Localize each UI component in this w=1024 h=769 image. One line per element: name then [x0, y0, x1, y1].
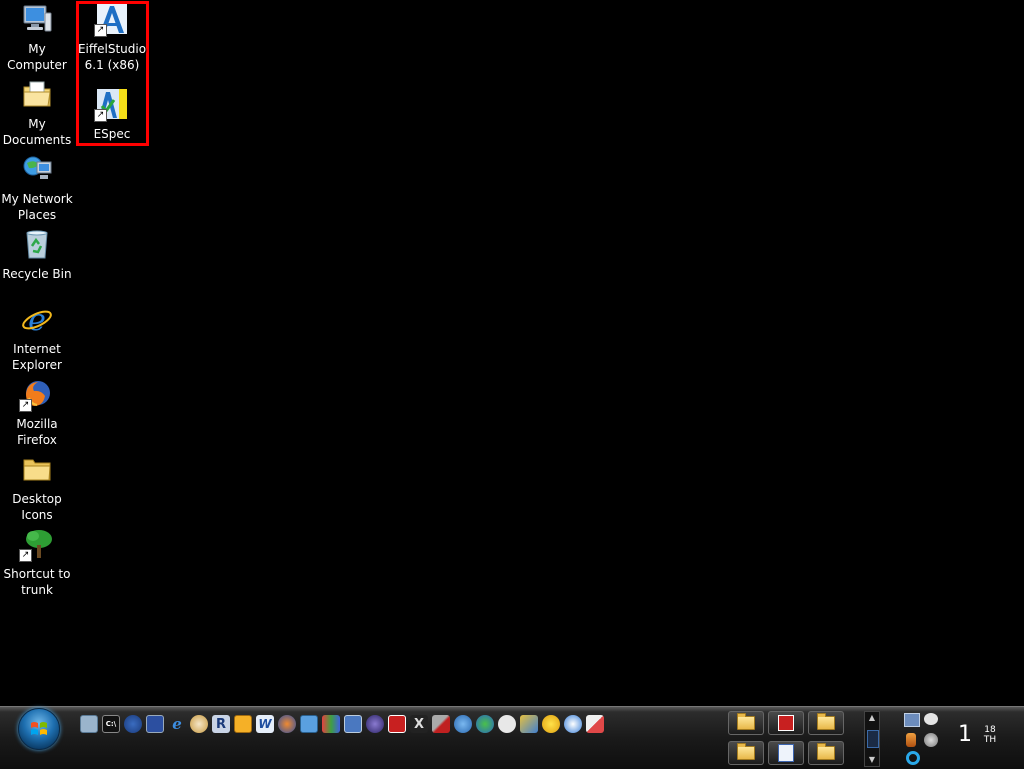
desktop-icon-espec[interactable]: ↗ ESpec [75, 88, 149, 142]
shortcut-arrow-icon: ↗ [19, 549, 32, 562]
clock-superscript: 18 TH [980, 725, 1000, 745]
desktop-icon-label: ESpec [93, 127, 131, 141]
taskbar-button-word-document[interactable] [768, 741, 804, 765]
volume-tray-icon[interactable] [924, 733, 938, 747]
desktop-icon-my-computer[interactable]: My Computer [0, 3, 74, 73]
eclipse-icon[interactable] [366, 715, 384, 733]
taskbar-buttons [728, 711, 844, 767]
clock-superscript-top: 18 [984, 725, 996, 735]
media-player-icon[interactable] [564, 715, 582, 733]
taskbar-button-folder-3[interactable] [728, 741, 764, 765]
pen-icon[interactable] [520, 715, 538, 733]
red-app-icon [778, 715, 794, 731]
start-button[interactable] [18, 708, 60, 750]
remote-desktop-icon[interactable] [146, 715, 164, 733]
notepad-icon[interactable] [80, 715, 98, 733]
computer-icon [21, 3, 53, 35]
shortcut-arrow-icon: ↗ [94, 109, 107, 122]
internet-explorer-small-icon[interactable]: e [168, 715, 186, 733]
clock[interactable]: 1 18 TH [958, 721, 1008, 751]
feather-icon[interactable] [190, 715, 208, 733]
desktop-icon-label: Recycle Bin [2, 267, 72, 281]
search-tray-icon[interactable] [906, 751, 920, 765]
word-document-icon [778, 744, 794, 762]
folder-icon [817, 743, 835, 760]
network-icon [21, 153, 53, 185]
clock-superscript-bottom: TH [983, 735, 997, 745]
folder-icon [817, 713, 835, 730]
shortcut-arrow-icon: ↗ [19, 399, 32, 412]
desktop: My Computer My Documents My Network Plac… [0, 0, 1024, 706]
x-icon[interactable]: X [410, 715, 428, 733]
desktop-icon-shortcut-to-trunk[interactable]: ↗ Shortcut to trunk [0, 528, 74, 598]
desktop-icon-label: Shortcut to trunk [3, 567, 71, 597]
scroll-up-icon[interactable]: ▲ [867, 713, 877, 723]
desktop-icon-label: Internet Explorer [12, 342, 62, 372]
desktop-icon-mozilla-firefox[interactable]: ↗ Mozilla Firefox [0, 378, 74, 448]
recycle-bin-icon [21, 228, 53, 260]
chat-bubble-icon[interactable] [498, 715, 516, 733]
desktop-icon-my-documents[interactable]: My Documents [0, 78, 74, 148]
desktop-icon-label: Desktop Icons [12, 492, 62, 522]
tree-icon: ↗ [19, 528, 53, 562]
desktop-icon-label: My Computer [7, 42, 67, 72]
desktop-icon-label: Mozilla Firefox [16, 417, 58, 447]
desktop-icon-label: My Network Places [1, 192, 73, 222]
word-icon[interactable]: W [256, 715, 274, 733]
taskbar: C:\ e R W X ▲ ▼ 1 18 TH [0, 706, 1024, 769]
clock-main: 1 [958, 722, 972, 747]
folder-icon [737, 713, 755, 730]
scroll-thumb[interactable] [867, 730, 879, 748]
windows-logo-icon [31, 722, 47, 735]
folder-icon [737, 743, 755, 760]
r-icon[interactable]: R [212, 715, 230, 733]
firefox-small-icon-2[interactable] [278, 715, 296, 733]
desktop-icon-desktop-icons[interactable]: Desktop Icons [0, 453, 74, 523]
system-tray [900, 711, 946, 767]
folder-icon [21, 453, 53, 485]
document-icon[interactable] [300, 715, 318, 733]
network-small-icon[interactable] [344, 715, 362, 733]
chat-tray-icon[interactable] [924, 713, 938, 725]
desktop-icon-internet-explorer[interactable]: e Internet Explorer [0, 303, 74, 373]
taskbar-button-folder-1[interactable] [728, 711, 764, 735]
documents-folder-icon [21, 78, 53, 110]
desktop-icon-recycle-bin[interactable]: Recycle Bin [0, 228, 74, 282]
clock-icon[interactable] [234, 715, 252, 733]
quick-launch-bar: C:\ e R W X [80, 715, 604, 733]
taskbar-button-folder-4[interactable] [808, 741, 844, 765]
taskbar-button-folder-2[interactable] [808, 711, 844, 735]
desktop-icon-eiffelstudio[interactable]: ↗ EiffelStudio 6.1 (x86) [75, 3, 149, 73]
messenger-icon[interactable] [476, 715, 494, 733]
svg-text:e: e [28, 303, 46, 335]
firefox-small-icon[interactable] [124, 715, 142, 733]
desktop-icon-label: My Documents [2, 117, 72, 147]
eiffelstudio-icon: ↗ [94, 3, 128, 37]
taskbar-button-red-app[interactable] [768, 711, 804, 735]
bottle-tray-icon[interactable] [906, 733, 916, 747]
eraser-icon[interactable] [586, 715, 604, 733]
firefox-icon: ↗ [19, 378, 53, 412]
scroll-down-icon[interactable]: ▼ [867, 755, 877, 765]
shortcut-arrow-icon: ↗ [94, 24, 107, 37]
gear-icon[interactable] [454, 715, 472, 733]
desktop-icon-label: EiffelStudio 6.1 (x86) [77, 42, 147, 72]
tools-icon[interactable] [432, 715, 450, 733]
desktop-icon-my-network-places[interactable]: My Network Places [0, 153, 74, 223]
network-tray-icon[interactable] [904, 713, 920, 727]
red-app-icon[interactable] [388, 715, 406, 733]
paint-icon[interactable] [322, 715, 340, 733]
espec-icon: ↗ [94, 88, 128, 122]
taskbar-scrollbar[interactable]: ▲ ▼ [864, 711, 880, 767]
smiley-icon[interactable] [542, 715, 560, 733]
internet-explorer-icon: e [21, 303, 53, 338]
command-prompt-icon[interactable]: C:\ [102, 715, 120, 733]
